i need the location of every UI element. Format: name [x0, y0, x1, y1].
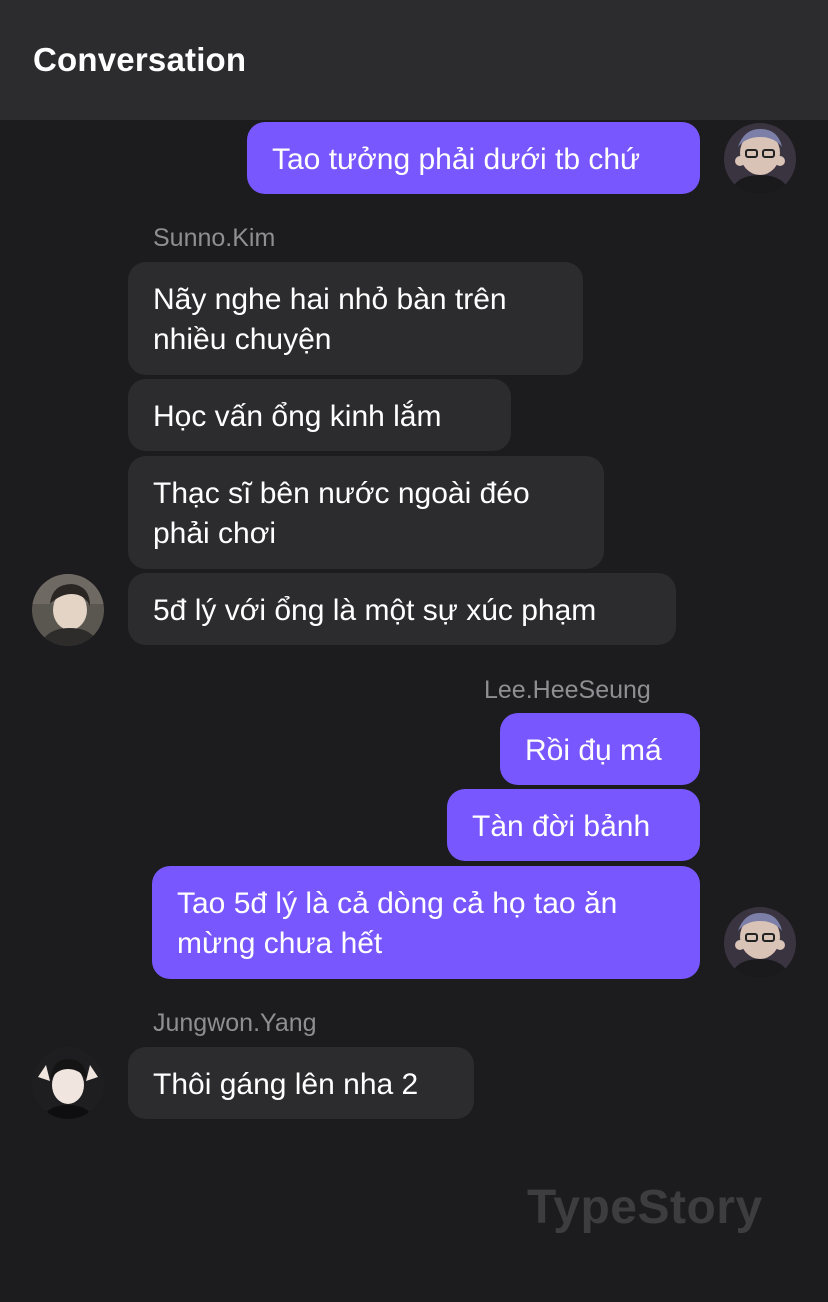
message-text: Học vấn ổng kinh lắm — [153, 400, 442, 433]
avatar[interactable] — [32, 1047, 104, 1119]
sender-name: Lee.HeeSeung — [484, 676, 651, 704]
message-bubble-incoming[interactable]: Thạc sĩ bên nước ngoài đéo phải chơi — [128, 456, 604, 569]
message-bubble-outgoing[interactable]: Tao 5đ lý là cả dòng cả họ tao ăn mừng c… — [152, 866, 700, 979]
message-bubble-outgoing[interactable]: Rồi đụ má — [500, 713, 700, 785]
page-title: Conversation — [33, 41, 247, 78]
message-bubble-outgoing[interactable]: Tao tưởng phải dưới tb chứ — [247, 122, 700, 194]
message-text: nhiều chuyện — [153, 323, 332, 356]
message-text: Nãy nghe hai nhỏ bàn trên — [153, 283, 507, 316]
message-text: Tàn đời bảnh — [472, 810, 651, 843]
message-text: phải chơi — [153, 517, 277, 550]
avatar[interactable] — [724, 907, 796, 979]
message-bubble-incoming[interactable]: Nãy nghe hai nhỏ bàn trên nhiều chuyện — [128, 262, 583, 375]
message-bubble-incoming[interactable]: Thôi gáng lên nha 2 — [128, 1047, 474, 1119]
typestory-watermark: TypeStory — [527, 1181, 763, 1234]
sender-name: Jungwon.Yang — [153, 1009, 317, 1037]
message-bubble-outgoing[interactable]: Tàn đời bảnh — [447, 789, 700, 861]
avatar[interactable] — [32, 574, 104, 646]
message-bubble-incoming[interactable]: Học vấn ổng kinh lắm — [128, 379, 511, 451]
avatar[interactable] — [724, 123, 796, 195]
message-text: 5đ lý với ổng là một sự xúc phạm — [153, 594, 597, 627]
message-text: Thạc sĩ bên nước ngoài đéo — [153, 477, 530, 510]
message-text: Tao 5đ lý là cả dòng cả họ tao ăn — [177, 887, 618, 920]
message-text: Tao tưởng phải dưới tb chứ — [272, 143, 641, 176]
message-bubble-incoming[interactable]: 5đ lý với ổng là một sự xúc phạm — [128, 573, 676, 645]
conversation-header: Conversation — [0, 0, 828, 120]
sender-name: Sunno.Kim — [153, 224, 276, 252]
message-text: Rồi đụ má — [525, 734, 662, 767]
message-text: mừng chưa hết — [177, 927, 383, 960]
message-text: Thôi gáng lên nha 2 — [153, 1068, 419, 1101]
